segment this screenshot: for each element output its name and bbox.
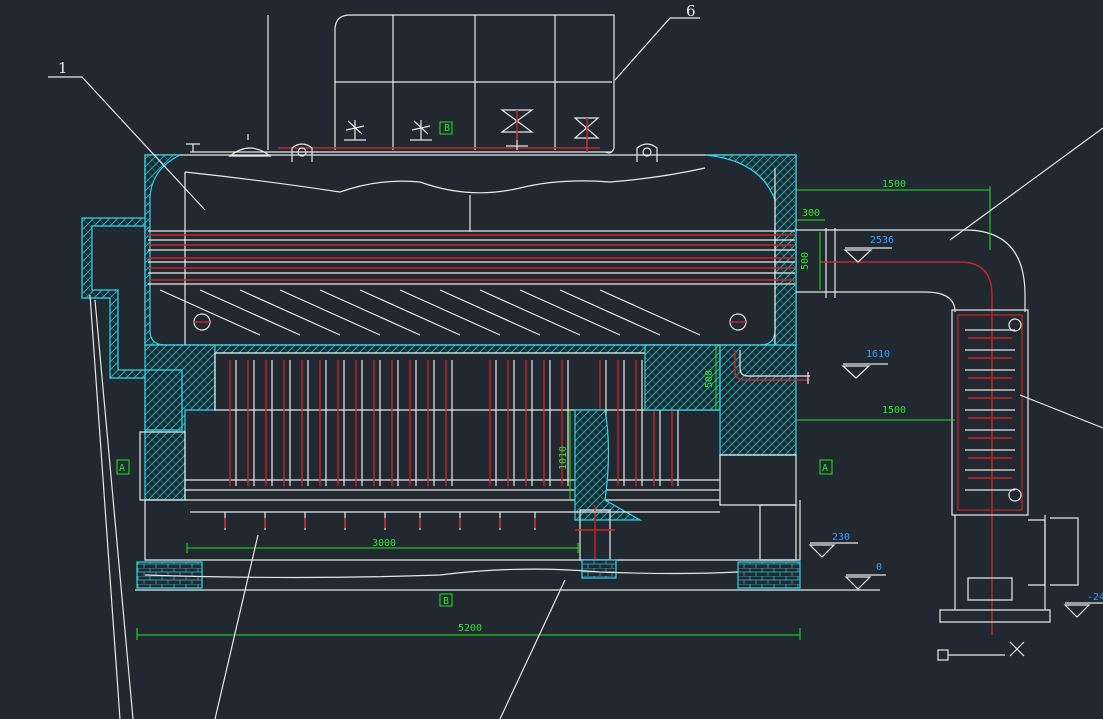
section-mark-b-top: B: [444, 123, 450, 134]
elev-0: 0: [876, 562, 882, 573]
elev-negative: -24: [1087, 592, 1103, 603]
dimension-lines: [136, 186, 991, 640]
callout-6: 6: [686, 2, 696, 20]
dim-1500-mid: 1500: [882, 405, 906, 416]
dim-500-mid: 500: [704, 370, 715, 388]
safety-valve-1: [344, 120, 366, 141]
section-mark-b-bottom: B: [443, 596, 449, 607]
elevation-markers: [808, 247, 1103, 618]
safety-valve-2: [410, 120, 432, 141]
flue-duct: [796, 228, 1026, 635]
economizer: [939, 309, 1079, 623]
elev-2536: 2536: [870, 235, 894, 246]
stop-valve: [573, 117, 600, 152]
boiler-cad-drawing: B 1500 300 500 500 1500 3000 5200 1010 2…: [48, 2, 1103, 719]
elev-230: 230: [832, 532, 850, 543]
main-steam-valve: [500, 109, 534, 150]
dim-1010: 1010: [558, 446, 569, 470]
corner-marks: [937, 641, 1025, 661]
dim-3000: 3000: [372, 538, 396, 549]
dim-500-right: 500: [800, 252, 811, 270]
burner-nozzles: [190, 511, 720, 530]
elev-1610: 1610: [866, 349, 890, 360]
dim-5200: 5200: [458, 623, 482, 634]
fire-tube-bank: [148, 230, 795, 336]
water-tube-bank: [185, 344, 721, 501]
partition-wall: [574, 409, 643, 561]
dim-1500-top: 1500: [882, 179, 906, 190]
right-furnace-wall: [719, 344, 810, 561]
top-platform-railing: [190, 14, 615, 154]
section-mark-a-right: A: [822, 463, 828, 474]
section-mark-a-left: A: [119, 463, 125, 474]
dim-300: 300: [802, 208, 820, 219]
section-marks: [116, 459, 833, 607]
callout-1: 1: [58, 59, 68, 77]
